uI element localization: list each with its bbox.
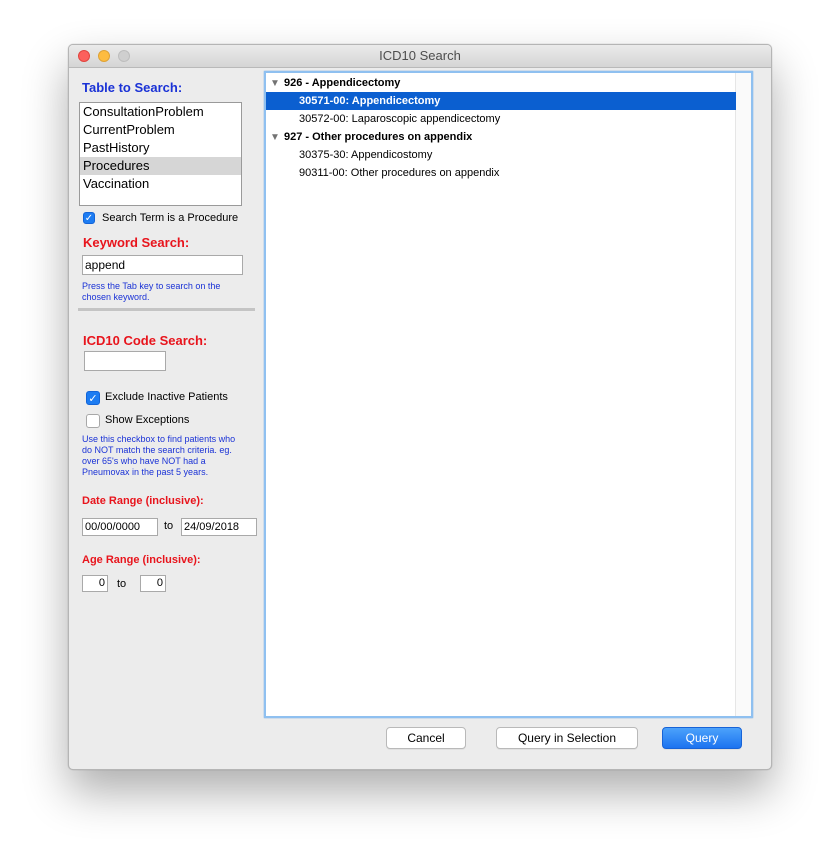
check-icon: ✓ — [88, 393, 98, 405]
exceptions-hint-line-4: Pneumovax in the past 5 years. — [82, 467, 209, 477]
keyword-search-label: Keyword Search: — [83, 235, 190, 250]
disclosure-triangle-icon[interactable]: ▼ — [266, 75, 284, 93]
title-bar: ICD10 Search — [69, 45, 771, 68]
keyword-search-input[interactable]: append — [82, 255, 243, 275]
tree-group-row[interactable]: ▼ 927 - Other procedures on appendix — [266, 128, 734, 146]
check-icon: ✓ — [84, 213, 94, 224]
exceptions-hint-line-2: do NOT match the search criteria. eg. — [82, 445, 232, 455]
table-list-item[interactable]: Procedures — [80, 157, 241, 175]
date-to-input[interactable]: 24/09/2018 — [181, 518, 257, 536]
tree-group-label: 927 - Other procedures on appendix — [284, 131, 473, 143]
date-to-word: to — [164, 520, 174, 532]
tree-group-row[interactable]: ▼ 926 - Appendicectomy — [266, 74, 734, 92]
result-tree[interactable]: ▼ 926 - Appendicectomy 30571-00: Appendice… — [264, 71, 753, 718]
exclude-inactive-label: Exclude Inactive Patients — [105, 391, 228, 403]
age-range-label: Age Range (inclusive): — [82, 554, 201, 566]
exceptions-hint-line-1: Use this checkbox to find patients who — [82, 434, 236, 444]
table-list[interactable]: ConsultationProblem CurrentProblem PastHis… — [79, 102, 242, 206]
date-from-input[interactable]: 00/00/0000 — [82, 518, 158, 536]
age-to-word: to — [117, 578, 127, 590]
exceptions-hint-line-3: over 65's who have NOT had a — [82, 456, 206, 466]
table-list-item[interactable]: CurrentProblem — [80, 121, 241, 139]
age-from-input[interactable]: 0 — [82, 575, 108, 592]
icd10-code-input[interactable] — [84, 351, 166, 371]
date-range-label: Date Range (inclusive): — [82, 495, 204, 507]
tree-item-row[interactable]: 30572-00: Laparoscopic appendicectomy — [266, 110, 736, 128]
show-exceptions-label: Show Exceptions — [105, 414, 190, 426]
cancel-button[interactable]: Cancel — [386, 727, 466, 749]
tree-item-row[interactable]: 90311-00: Other procedures on appendix — [266, 164, 736, 182]
table-list-item[interactable]: ConsultationProblem — [80, 103, 241, 121]
procedure-checkbox[interactable]: ✓ — [83, 212, 95, 224]
window-title: ICD10 Search — [379, 48, 461, 63]
keyword-hint-line-2: chosen keyword. — [82, 292, 150, 302]
tree-group-label: 926 - Appendicectomy — [284, 77, 401, 89]
icd10-search-window: ICD10 Search Table to Search: Consultati… — [68, 44, 772, 770]
disclosure-triangle-icon[interactable]: ▼ — [266, 129, 284, 147]
keyword-hint-line-1: Press the Tab key to search on the — [82, 281, 221, 291]
table-to-search-label: Table to Search: — [82, 80, 183, 95]
icd10-code-search-label: ICD10 Code Search: — [83, 333, 208, 348]
exclude-inactive-checkbox[interactable]: ✓ — [86, 391, 100, 405]
divider — [78, 308, 255, 312]
show-exceptions-checkbox[interactable] — [86, 414, 100, 428]
table-list-item[interactable]: PastHistory — [80, 139, 241, 157]
age-to-input[interactable]: 0 — [140, 575, 166, 592]
query-button[interactable]: Query — [662, 727, 742, 749]
query-in-selection-button[interactable]: Query in Selection — [496, 727, 638, 749]
tree-item-row[interactable]: 30571-00: Appendicectomy — [266, 92, 736, 110]
tree-scrollbar[interactable] — [735, 73, 751, 716]
procedure-checkbox-label: Search Term is a Procedure — [102, 212, 239, 224]
table-list-item[interactable]: Vaccination — [80, 175, 241, 193]
tree-item-row[interactable]: 30375-30: Appendicostomy — [266, 146, 736, 164]
